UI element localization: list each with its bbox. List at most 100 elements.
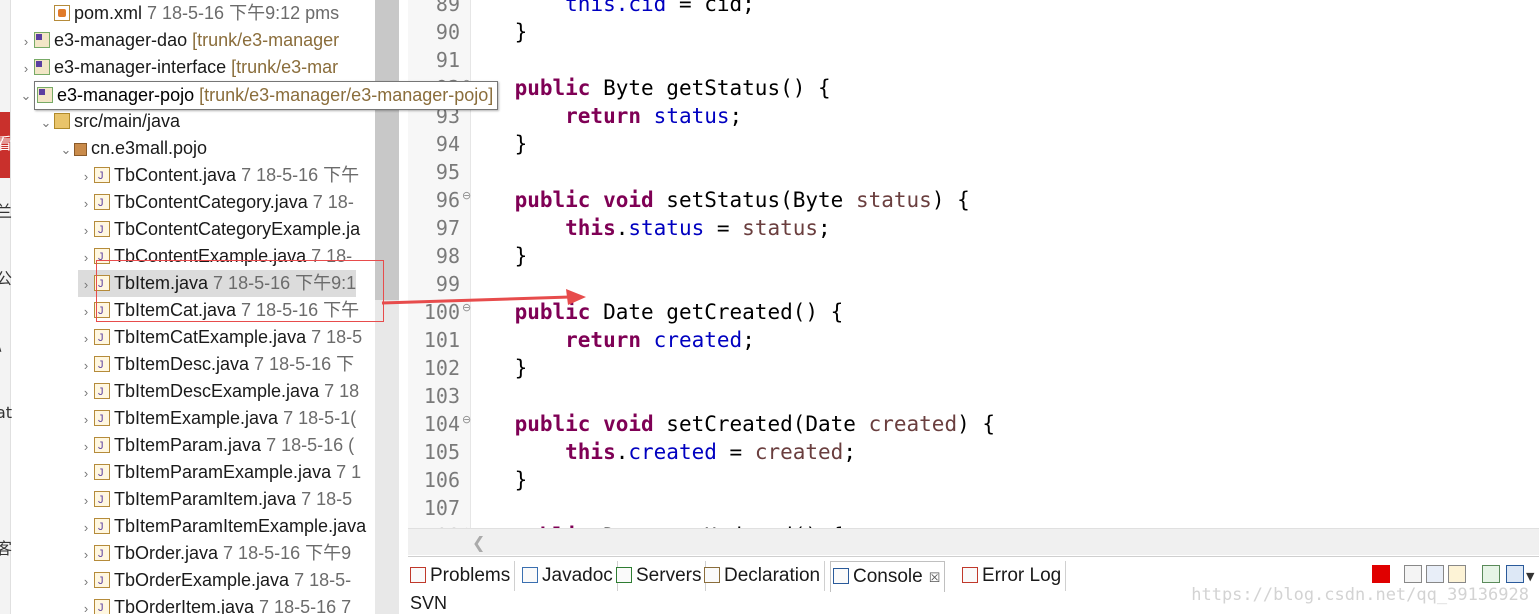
chevron-right-icon[interactable]: › bbox=[78, 190, 94, 217]
tab-console[interactable]: Console ☒ bbox=[830, 561, 946, 592]
close-icon[interactable]: ☒ bbox=[929, 570, 941, 585]
svn-revision-meta: 7 18-5 bbox=[296, 489, 353, 509]
tree-file-item[interactable]: › TbOrderExample.java 7 18-5- bbox=[78, 567, 351, 595]
tab-declaration[interactable]: Declaration bbox=[702, 561, 826, 591]
code-line[interactable]: } bbox=[464, 130, 528, 158]
tree-item-label: TbItemDesc.java bbox=[114, 354, 250, 374]
code-line[interactable]: return status; bbox=[464, 102, 742, 130]
tab-problems[interactable]: Problems bbox=[408, 561, 516, 591]
chevron-right-icon[interactable]: › bbox=[78, 514, 94, 541]
remove-all-icon[interactable] bbox=[1426, 565, 1444, 583]
chevron-right-icon[interactable]: › bbox=[78, 244, 94, 271]
param-token: created bbox=[868, 412, 958, 436]
code-token: } bbox=[464, 356, 528, 380]
chevron-right-icon[interactable]: › bbox=[78, 379, 94, 406]
tooltip-name: e3-manager-pojo bbox=[57, 85, 195, 105]
chevron-down-icon[interactable]: ⌄ bbox=[38, 109, 54, 136]
code-line[interactable]: public Date getCreated() { bbox=[464, 298, 844, 326]
chevron-right-icon[interactable]: › bbox=[78, 406, 94, 433]
code-line[interactable]: public Byte getStatus() { bbox=[464, 74, 831, 102]
field-token: status bbox=[628, 216, 705, 240]
tree-file-item[interactable]: › TbItemCatExample.java 7 18-5 bbox=[78, 324, 362, 352]
pin-console-icon[interactable] bbox=[1482, 565, 1500, 583]
tree-node[interactable]: › e3-manager-dao [trunk/e3-manager bbox=[18, 27, 339, 54]
chevron-right-icon[interactable]: › bbox=[78, 325, 94, 352]
chevron-right-icon[interactable]: › bbox=[18, 28, 34, 55]
chevron-right-icon[interactable]: › bbox=[78, 433, 94, 460]
tab-javadoc[interactable]: Javadoc bbox=[520, 561, 618, 591]
tree-item-label: e3-manager-interface bbox=[54, 57, 227, 77]
chevron-right-icon[interactable]: › bbox=[78, 487, 94, 514]
chevron-right-icon[interactable]: › bbox=[78, 271, 94, 298]
code-line[interactable]: return created; bbox=[464, 326, 755, 354]
java-file-icon bbox=[94, 379, 110, 406]
xml-file-icon bbox=[54, 5, 70, 21]
code-line[interactable]: this.status = status; bbox=[464, 214, 831, 242]
param-token: status bbox=[742, 216, 819, 240]
explorer-scrollbar-thumb[interactable] bbox=[375, 0, 399, 300]
tree-file-item[interactable]: › TbContentCategoryExample.ja bbox=[78, 216, 360, 244]
code-line[interactable]: } bbox=[464, 466, 528, 494]
tree-file-item[interactable]: › TbOrder.java 7 18-5-16 下午9 bbox=[78, 540, 351, 568]
chevron-right-icon[interactable]: › bbox=[78, 163, 94, 190]
java-file-icon bbox=[94, 514, 110, 541]
chevron-down-icon[interactable]: ⌄ bbox=[18, 82, 34, 109]
code-line[interactable]: public void setStatus(Byte status) { bbox=[464, 186, 970, 214]
tree-file-item[interactable]: › TbItemParamItemExample.java bbox=[78, 513, 366, 541]
java-file-icon bbox=[94, 433, 110, 460]
chevron-right-icon[interactable]: › bbox=[78, 352, 94, 379]
code-token: } bbox=[464, 468, 528, 492]
chevron-down-icon[interactable]: ⌄ bbox=[58, 136, 74, 163]
code-token: . bbox=[615, 216, 629, 240]
tab-servers[interactable]: Servers bbox=[614, 561, 707, 591]
tree-file-item[interactable]: › TbItemDescExample.java 7 18 bbox=[78, 378, 359, 406]
tree-file-item[interactable]: › TbContentCategory.java 7 18- bbox=[78, 189, 354, 217]
tree-file-item[interactable]: › TbItemDesc.java 7 18-5-16 下 bbox=[78, 351, 354, 379]
svn-revision-meta: 7 1 bbox=[331, 462, 362, 482]
chevron-right-icon[interactable]: › bbox=[78, 217, 94, 244]
console-output: SVN bbox=[410, 593, 448, 613]
open-console-icon[interactable] bbox=[1506, 565, 1524, 583]
chevron-right-icon[interactable]: › bbox=[18, 55, 34, 82]
tree-file-item[interactable]: › TbItemExample.java 7 18-5-1( bbox=[78, 405, 356, 433]
view-menu-icon[interactable]: ▼ bbox=[1526, 565, 1536, 583]
code-line[interactable]: } bbox=[464, 354, 528, 382]
declaration-icon bbox=[704, 567, 720, 583]
chevron-right-icon[interactable]: › bbox=[78, 568, 94, 595]
chevron-right-icon[interactable]: › bbox=[78, 298, 94, 325]
scroll-lock-icon[interactable] bbox=[1448, 565, 1466, 583]
tree-file-item[interactable]: › TbItemParam.java 7 18-5-16 ( bbox=[78, 432, 354, 460]
chevron-right-icon[interactable]: › bbox=[78, 595, 94, 614]
tab-error-log[interactable]: Error Log bbox=[960, 561, 1067, 591]
svn-revision-meta: 7 18- bbox=[307, 192, 354, 212]
tree-node[interactable]: › e3-manager-interface [trunk/e3-mar bbox=[18, 54, 338, 81]
code-line[interactable]: this.cid = cid; bbox=[464, 0, 755, 18]
tree-file-item[interactable]: › TbContent.java 7 18-5-16 下午 bbox=[78, 162, 359, 190]
tree-file-item[interactable]: › TbOrderItem.java 7 18-5-16 7 bbox=[78, 594, 351, 614]
tree-node[interactable]: ⌄ cn.e3mall.pojo bbox=[58, 135, 208, 163]
line-number: 101 bbox=[423, 328, 460, 352]
chevron-right-icon[interactable]: › bbox=[78, 460, 94, 487]
code-token: } bbox=[464, 20, 528, 44]
tree-node[interactable]: ⌄ src/main/java bbox=[38, 108, 180, 135]
scroll-left-icon[interactable]: ❮ bbox=[472, 533, 485, 552]
code-editor[interactable]: 89909192⊖93949596⊖979899100⊖101102103104… bbox=[408, 0, 1539, 528]
code-token: setCreated(Date bbox=[653, 412, 869, 436]
code-line[interactable]: } bbox=[464, 242, 528, 270]
tree-node[interactable]: pom.xml 7 18-5-16 下午9:12 pms bbox=[38, 0, 339, 27]
remove-launch-icon[interactable] bbox=[1404, 565, 1422, 583]
chevron-right-icon[interactable]: › bbox=[78, 541, 94, 568]
tree-file-item[interactable]: › TbItemParamExample.java 7 1 bbox=[78, 459, 362, 487]
code-line[interactable]: } bbox=[464, 18, 528, 46]
tree-item-label: TbOrderExample.java bbox=[114, 570, 290, 590]
java-file-icon bbox=[94, 217, 110, 244]
code-line[interactable]: public void setCreated(Date created) { bbox=[464, 410, 995, 438]
tree-item-label: TbContentCategory.java bbox=[114, 192, 308, 212]
terminate-icon[interactable] bbox=[1372, 565, 1390, 583]
java-file-icon bbox=[94, 190, 110, 217]
keyword-token: public void bbox=[464, 188, 654, 212]
line-number: 107 bbox=[423, 496, 460, 520]
editor-horizontal-scrollbar[interactable]: ❮ bbox=[408, 528, 1539, 555]
tree-file-item[interactable]: › TbItemParamItem.java 7 18-5 bbox=[78, 486, 353, 514]
code-line[interactable]: this.created = created; bbox=[464, 438, 856, 466]
